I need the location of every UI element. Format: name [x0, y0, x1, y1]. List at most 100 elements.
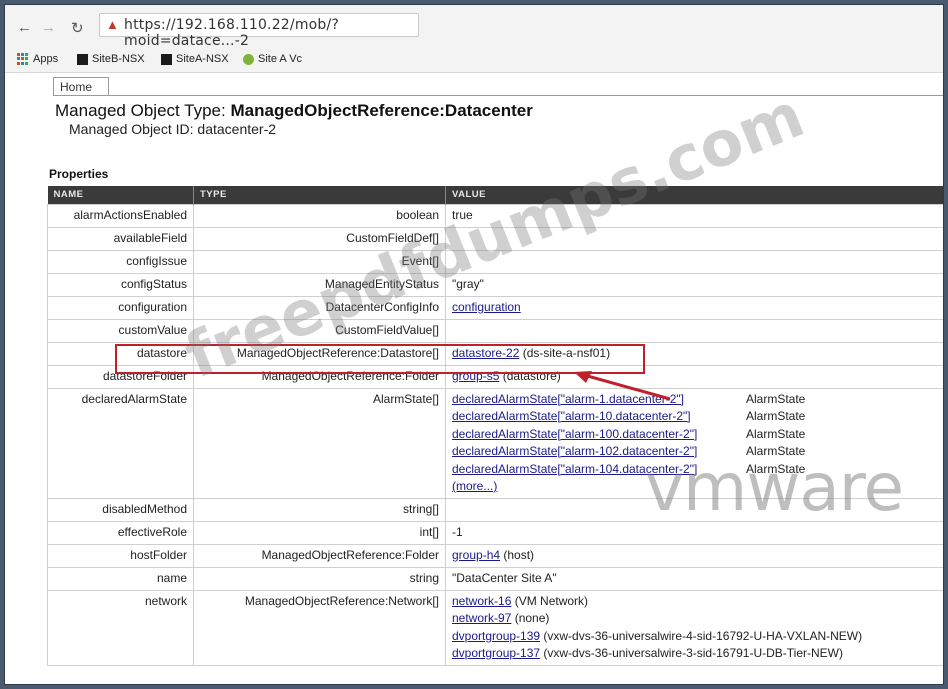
nsx-favicon-icon	[161, 53, 172, 65]
bookmark-label: Site A Vc	[258, 53, 303, 65]
browser-toolbar: ← → ↻ ▲ https://192.168.110.22/mob/?moid…	[5, 5, 943, 49]
property-value	[445, 226, 943, 251]
alarm-state-type: AlarmState	[746, 426, 806, 441]
property-name: name	[47, 566, 194, 591]
value-suffix: (host)	[500, 547, 535, 562]
network-link[interactable]: network-97	[452, 611, 511, 625]
more-link[interactable]: (more...)	[452, 478, 746, 496]
back-arrow-icon[interactable]: ←	[17, 19, 32, 36]
table-row: configIssue Event[]	[47, 249, 943, 274]
property-type: string[]	[193, 497, 446, 522]
host-folder-link[interactable]: group-h4	[452, 548, 500, 562]
configuration-link[interactable]: configuration	[452, 300, 521, 314]
value-suffix: (datastore)	[499, 368, 561, 383]
table-row: network ManagedObjectReference:Network[]…	[47, 589, 943, 666]
property-value: declaredAlarmState["alarm-1.datacenter-2…	[445, 387, 943, 499]
property-value: -1	[445, 520, 943, 545]
property-value	[445, 249, 943, 274]
property-value	[445, 497, 943, 522]
value-suffix: (VM Network)	[511, 593, 589, 608]
portgroup-link[interactable]: dvportgroup-139	[452, 629, 540, 643]
property-name: alarmActionsEnabled	[47, 203, 194, 228]
address-bar[interactable]: ▲ https://192.168.110.22/mob/?moid=datac…	[99, 13, 419, 49]
alarm-state-type: AlarmState	[746, 444, 806, 458]
property-type: CustomFieldDef[]	[193, 226, 446, 251]
alarm-state-type: AlarmState	[746, 391, 806, 406]
browser-window: ← → ↻ ▲ https://192.168.110.22/mob/?moid…	[4, 4, 944, 685]
alarm-state-type: AlarmState	[746, 409, 806, 423]
bookmarks-bar: Apps SiteB-NSX SiteA-NSX Site A Vc	[5, 49, 943, 73]
property-name: effectiveRole	[47, 520, 194, 545]
property-value: datastore-22 (ds-site-a-nsf01)	[445, 341, 943, 366]
property-type: string	[193, 566, 446, 591]
property-name: datastore	[47, 341, 194, 366]
property-name: configStatus	[47, 272, 194, 297]
bookmark-site-a-vc[interactable]: Site A Vc	[243, 53, 302, 65]
vcenter-favicon-icon	[243, 53, 254, 65]
warning-icon: ▲	[106, 17, 119, 32]
bookmark-label: SiteB-NSX	[92, 53, 145, 65]
bookmark-siteb-nsx[interactable]: SiteB-NSX	[77, 53, 145, 65]
property-type: ManagedObjectReference:Folder	[193, 364, 446, 389]
divider	[53, 95, 943, 96]
value-suffix: (vxw-dvs-36-universalwire-4-sid-16792-U-…	[540, 628, 863, 643]
bookmark-label: SiteA-NSX	[176, 53, 229, 65]
property-type: ManagedObjectReference:Folder	[193, 543, 446, 568]
property-value: network-16 (VM Network) network-97 (none…	[445, 589, 943, 666]
home-tab[interactable]: Home	[53, 77, 109, 95]
bookmark-apps[interactable]: Apps	[17, 53, 58, 65]
table-row: datastore ManagedObjectReference:Datasto…	[47, 341, 943, 366]
alarm-state-link[interactable]: declaredAlarmState["alarm-1.datacenter-2…	[452, 391, 746, 409]
list-item: dvportgroup-139 (vxw-dvs-36-universalwir…	[452, 628, 937, 646]
table-header-row: NAME TYPE VALUE	[47, 186, 943, 204]
property-name: disabledMethod	[47, 497, 194, 522]
column-header-value: VALUE	[445, 186, 943, 204]
alarm-state-link[interactable]: declaredAlarmState["alarm-10.datacenter-…	[452, 408, 746, 426]
property-type: Event[]	[193, 249, 446, 274]
property-value: "gray"	[445, 272, 943, 297]
datastore-folder-link[interactable]: group-s5	[452, 369, 499, 383]
properties-heading: Properties	[49, 167, 109, 181]
property-value: "DataCenter Site A"	[445, 566, 943, 591]
property-name: hostFolder	[47, 543, 194, 568]
property-name: configIssue	[47, 249, 194, 274]
bookmark-label: Apps	[33, 53, 59, 65]
datastore-link[interactable]: datastore-22	[452, 346, 519, 360]
list-item: declaredAlarmState["alarm-1.datacenter-2…	[452, 391, 937, 409]
property-name: declaredAlarmState	[47, 387, 194, 499]
value-suffix: (vxw-dvs-36-universalwire-3-sid-16791-U-…	[540, 646, 843, 660]
alarm-state-link[interactable]: declaredAlarmState["alarm-104.datacenter…	[452, 461, 746, 479]
property-name: availableField	[47, 226, 194, 251]
list-item: declaredAlarmState["alarm-104.datacenter…	[452, 461, 937, 479]
object-type-label: Managed Object Type:	[55, 101, 226, 120]
property-type: boolean	[193, 203, 446, 228]
property-value: configuration	[445, 295, 943, 320]
table-row: configuration DatacenterConfigInfo confi…	[47, 295, 943, 320]
property-value: true	[445, 203, 943, 228]
property-value	[445, 318, 943, 343]
list-item: declaredAlarmState["alarm-100.datacenter…	[452, 426, 937, 444]
nsx-favicon-icon	[77, 53, 88, 65]
alarm-state-link[interactable]: declaredAlarmState["alarm-100.datacenter…	[452, 426, 746, 444]
property-type: int[]	[193, 520, 446, 545]
list-item: declaredAlarmState["alarm-10.datacenter-…	[452, 408, 937, 426]
network-link[interactable]: network-16	[452, 594, 511, 608]
column-header-type: TYPE	[193, 186, 446, 204]
table-row: alarmActionsEnabled boolean true	[47, 203, 943, 228]
alarm-state-link[interactable]: declaredAlarmState["alarm-102.datacenter…	[452, 443, 746, 461]
column-header-name: NAME	[47, 186, 194, 204]
table-row: customValue CustomFieldValue[]	[47, 318, 943, 343]
object-id-label: Managed Object ID:	[69, 121, 194, 137]
forward-arrow-icon[interactable]: →	[41, 19, 56, 36]
property-type: ManagedObjectReference:Datastore[]	[193, 341, 446, 366]
portgroup-link[interactable]: dvportgroup-137	[452, 646, 540, 660]
reload-icon[interactable]: ↻	[71, 19, 84, 37]
list-item: dvportgroup-137 (vxw-dvs-36-universalwir…	[452, 645, 937, 663]
object-id-value: datacenter-2	[197, 121, 277, 137]
managed-object-id: Managed Object ID: datacenter-2	[69, 121, 276, 137]
alarm-state-type: AlarmState	[746, 461, 806, 476]
alarm-state-list: declaredAlarmState["alarm-1.datacenter-2…	[452, 391, 937, 496]
property-type: ManagedObjectReference:Network[]	[193, 589, 446, 666]
bookmark-sitea-nsx[interactable]: SiteA-NSX	[161, 53, 229, 65]
list-item: declaredAlarmState["alarm-102.datacenter…	[452, 443, 937, 461]
